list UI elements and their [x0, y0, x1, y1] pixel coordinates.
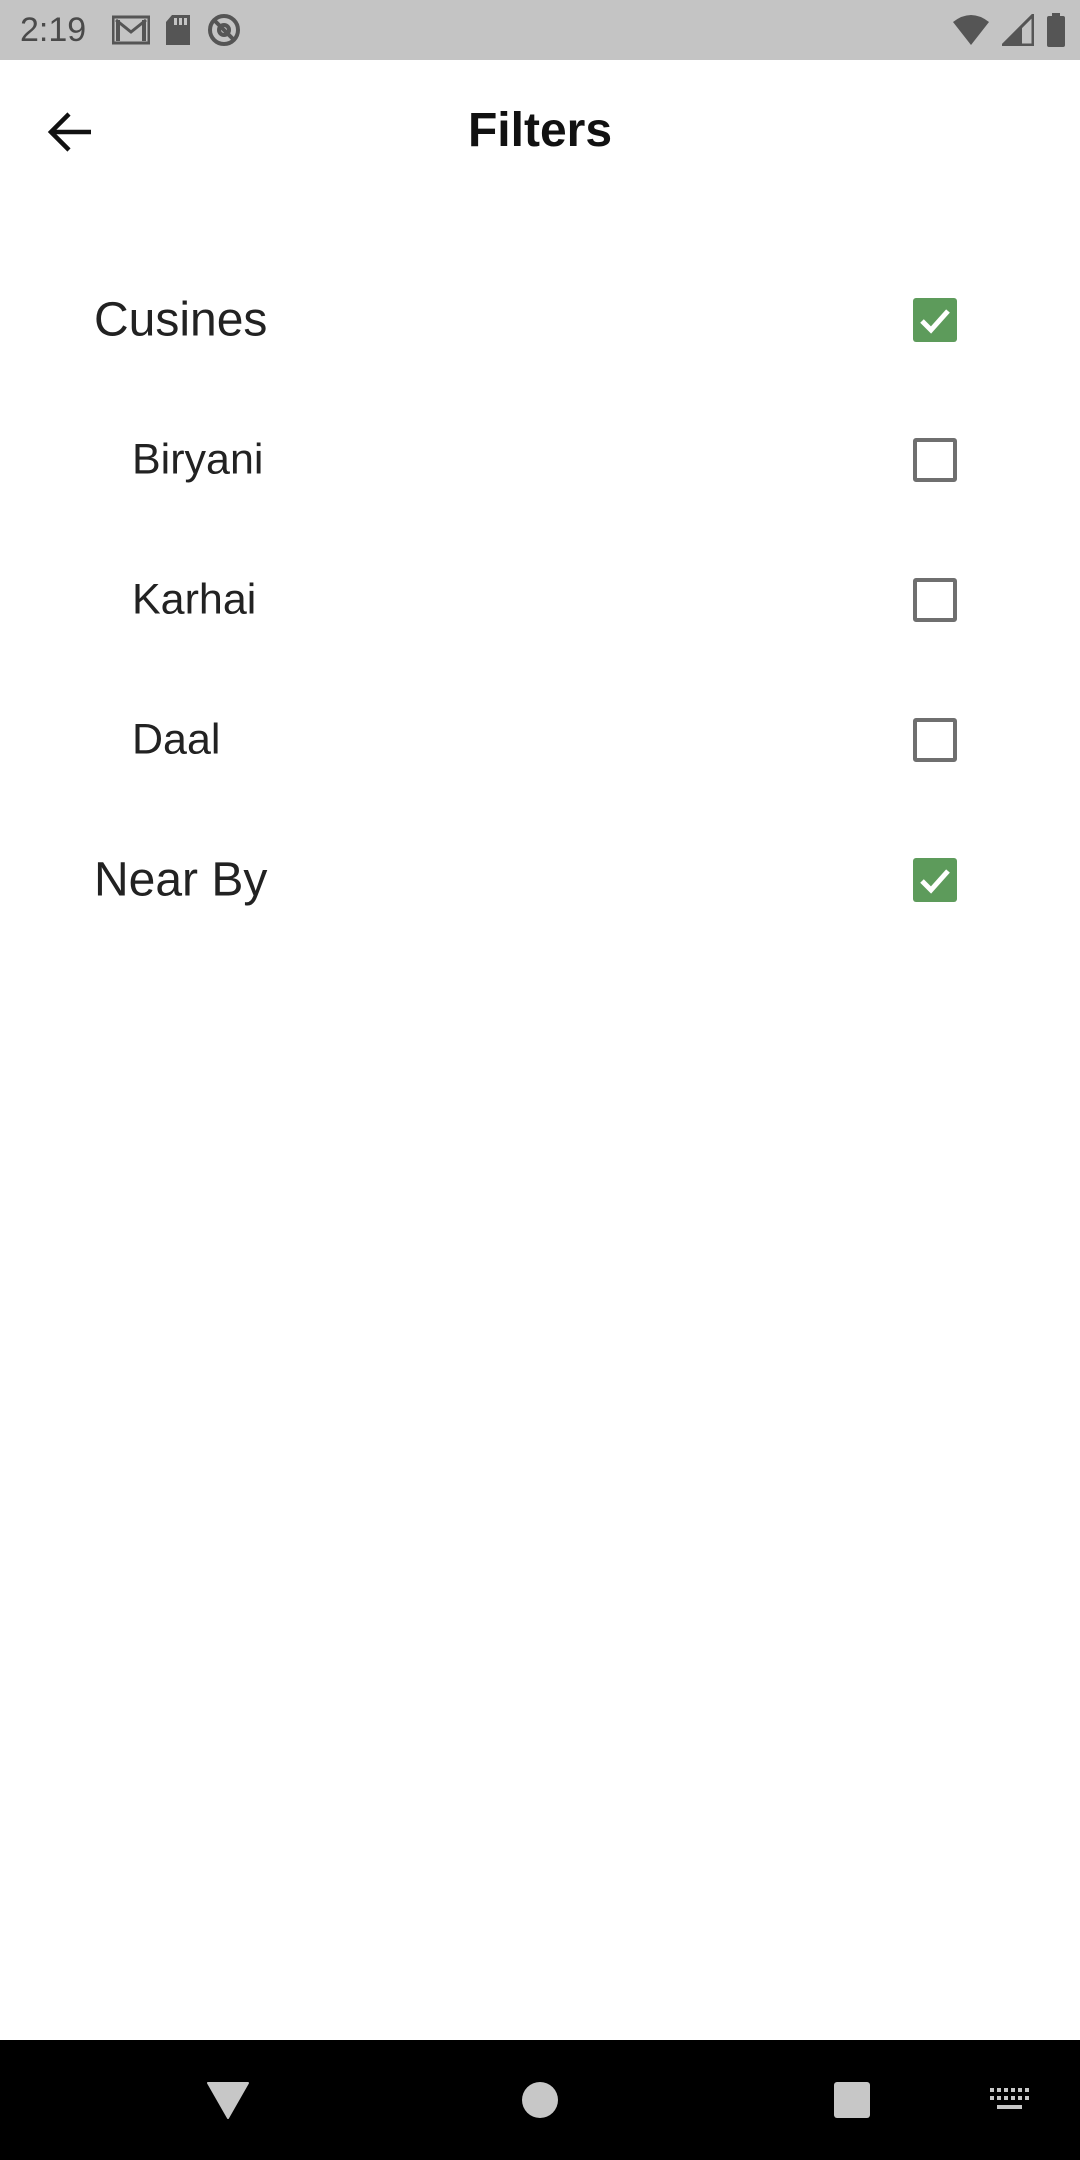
filter-row-biryani[interactable]: Biryani: [0, 390, 1080, 530]
filter-label: Cusines: [94, 293, 268, 347]
app-bar: Filters: [0, 60, 1080, 200]
nav-recents-button[interactable]: [812, 2040, 892, 2160]
check-icon: [920, 869, 950, 894]
biryani-checkbox[interactable]: [913, 438, 957, 482]
status-left-icons: [112, 12, 242, 48]
filter-row-daal[interactable]: Daal: [0, 670, 1080, 810]
cusines-checkbox[interactable]: [913, 298, 957, 342]
navigation-bar: [0, 2040, 1080, 2160]
filter-label: Biryani: [132, 435, 264, 484]
wifi-icon: [952, 14, 990, 46]
page-title: Filters: [467, 104, 613, 157]
status-right-icons: [952, 12, 1066, 48]
battery-icon: [1046, 13, 1066, 47]
filter-list: Cusines Biryani Karhai Daal Near By: [0, 250, 1080, 950]
gmail-icon: [112, 15, 150, 45]
filter-row-near-by[interactable]: Near By: [0, 810, 1080, 950]
filter-label: Near By: [94, 853, 268, 907]
nav-keyboard-button[interactable]: [970, 2040, 1050, 2160]
check-icon: [920, 309, 950, 334]
filter-label: Karhai: [132, 575, 257, 624]
nav-home-button[interactable]: [500, 2040, 580, 2160]
nav-back-button[interactable]: [188, 2040, 268, 2160]
filter-label: Daal: [132, 715, 221, 764]
keyboard-icon: [990, 2088, 1029, 2109]
daal-checkbox[interactable]: [913, 718, 957, 762]
filter-row-cusines[interactable]: Cusines: [0, 250, 1080, 390]
filter-row-karhai[interactable]: Karhai: [0, 530, 1080, 670]
home-circle-icon: [522, 2082, 558, 2118]
data-saver-icon: [206, 12, 242, 48]
filters-screen: 2:19 Filters Cusines Biryani Karhai Daal…: [0, 0, 1080, 2160]
near-by-checkbox[interactable]: [913, 858, 957, 902]
karhai-checkbox[interactable]: [913, 578, 957, 622]
status-bar: 2:19: [0, 0, 1080, 60]
sd-card-icon: [164, 14, 192, 46]
status-time: 2:19: [20, 11, 87, 49]
cellular-signal-icon: [1002, 14, 1034, 46]
recents-square-icon: [834, 2082, 870, 2118]
back-triangle-icon: [207, 2082, 249, 2119]
